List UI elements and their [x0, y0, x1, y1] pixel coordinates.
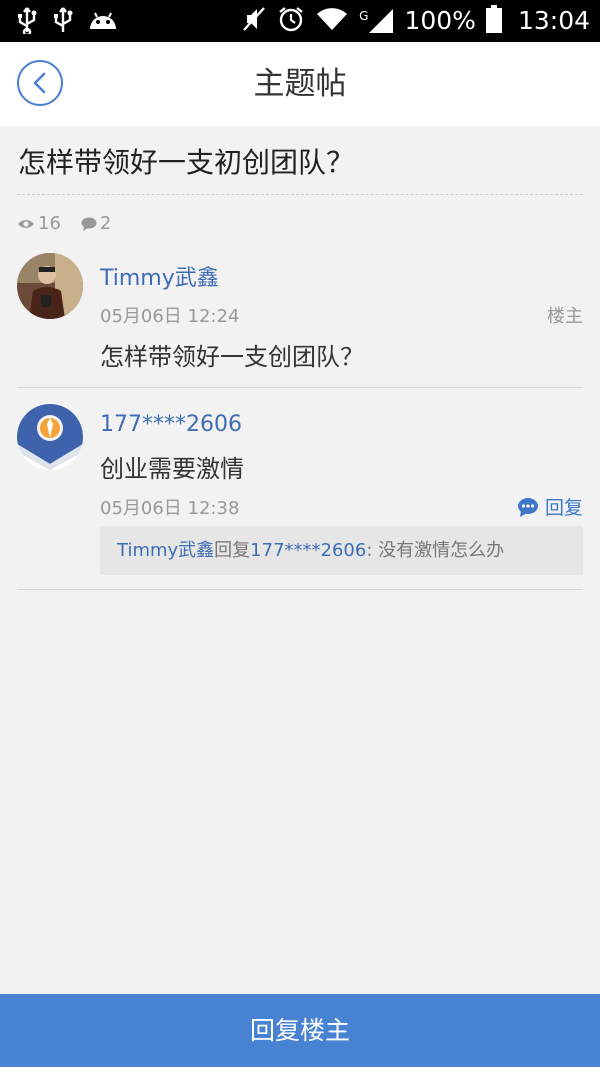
views-stat: 16 — [17, 213, 61, 234]
battery-icon — [485, 5, 502, 37]
quote-from[interactable]: Timmy武鑫 — [117, 540, 214, 561]
avatar[interactable] — [17, 404, 83, 470]
floor-label: 楼主 — [547, 306, 583, 327]
reply-owner-button[interactable]: 回复楼主 — [0, 994, 600, 1067]
post-timestamp: 05月06日 12:38 — [100, 498, 240, 519]
battery-percent: 100% — [404, 6, 476, 35]
post-username[interactable]: Timmy武鑫 — [100, 260, 219, 292]
status-bar: G 100% 13:04 — [0, 0, 600, 42]
network-type: G — [359, 9, 369, 23]
views-count: 16 — [38, 213, 61, 234]
mute-icon — [241, 5, 267, 37]
quote-verb: 回复 — [214, 540, 251, 561]
post-content: 创业需要激情 — [100, 455, 244, 483]
post-timestamp: 05月06日 12:24 — [100, 306, 240, 327]
comment-icon — [81, 217, 97, 231]
avatar[interactable] — [17, 253, 83, 319]
eye-icon — [18, 219, 34, 228]
usb-debug-icon — [52, 6, 74, 38]
post-divider — [17, 589, 583, 590]
chat-bubble-icon — [517, 497, 538, 517]
dashed-divider — [17, 194, 583, 195]
quote-text: : 没有激情怎么办 — [366, 540, 505, 561]
chevron-left-icon — [33, 72, 46, 94]
reply-label: 回复 — [544, 497, 583, 519]
clock: 13:04 — [517, 6, 590, 35]
topic-title: 怎样带领好一支初创团队？ — [18, 146, 355, 179]
usb-icon — [16, 6, 38, 38]
quote-to[interactable]: 177****2606 — [250, 540, 366, 561]
page-title: 主题帖 — [253, 66, 347, 102]
android-icon — [88, 9, 118, 35]
signal-icon: G — [359, 8, 394, 34]
header: 主题帖 — [0, 42, 600, 126]
wifi-icon — [315, 6, 349, 36]
back-button[interactable] — [17, 60, 63, 106]
post-divider — [17, 387, 583, 388]
comments-stat: 2 — [81, 213, 111, 234]
post-username[interactable]: 177****2606 — [100, 412, 242, 437]
alarm-icon — [277, 5, 305, 37]
topic-stats: 16 2 — [17, 213, 111, 234]
comments-count: 2 — [99, 213, 112, 234]
reply-button[interactable]: 回复 — [517, 493, 583, 520]
reply-quote[interactable]: Timmy武鑫回复177****2606: 没有激情怎么办 — [100, 526, 583, 575]
topic-header: 怎样带领好一支初创团队？ — [0, 126, 600, 196]
post-content: 怎样带领好一支创团队？ — [100, 343, 364, 371]
